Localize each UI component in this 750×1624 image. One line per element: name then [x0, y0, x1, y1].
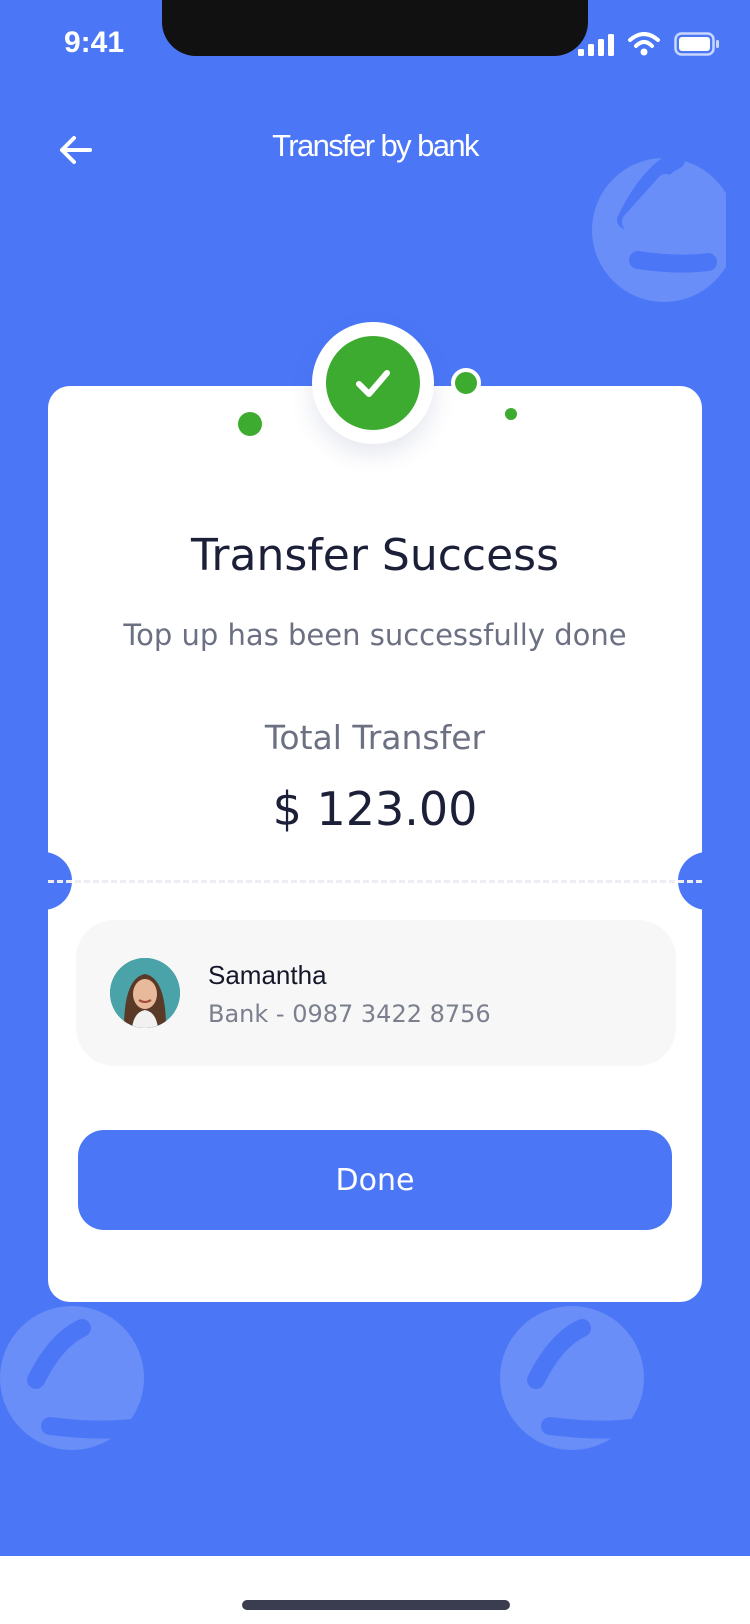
recipient-card: Samantha Bank - 0987 3422 8756 — [76, 920, 676, 1066]
confetti-dot — [505, 408, 517, 420]
home-indicator[interactable] — [242, 1600, 510, 1610]
success-badge — [326, 336, 420, 430]
home-bar-area — [0, 1556, 750, 1624]
total-transfer-label: Total Transfer — [264, 718, 486, 757]
decorative-shape-bottom-right — [500, 1306, 644, 1450]
confetti-dot — [451, 368, 481, 398]
battery-icon — [674, 32, 719, 56]
confetti-dot — [238, 412, 262, 436]
recipient-name: Samantha — [208, 960, 327, 990]
wifi-icon — [628, 32, 660, 56]
app-screen: 9:41 Transfer by bank Transfer Success T… — [0, 0, 750, 1556]
page-title: Transfer by bank — [272, 128, 479, 163]
recipient-account: Bank - 0987 3422 8756 — [208, 1000, 491, 1028]
success-title: Transfer Success — [190, 530, 560, 581]
device-notch — [162, 0, 588, 56]
avatar-portrait — [110, 958, 180, 1028]
divider — [48, 880, 702, 883]
status-time: 9:41 — [64, 26, 125, 59]
transfer-amount: $ 123.00 — [272, 782, 478, 836]
signal-icon — [578, 34, 614, 56]
done-button[interactable]: Done — [78, 1130, 672, 1230]
status-icons — [578, 32, 720, 56]
avatar — [110, 958, 180, 1028]
success-subtitle: Top up has been successfully done — [123, 618, 627, 652]
check-icon — [356, 370, 390, 397]
decorative-shape-top-right — [592, 151, 726, 302]
decorative-shape-bottom-left — [0, 1306, 144, 1450]
